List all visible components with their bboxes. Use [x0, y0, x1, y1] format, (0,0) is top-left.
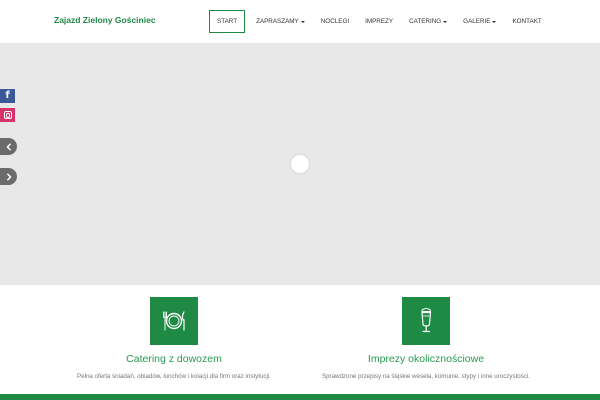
- brand-logo-link[interactable]: Zajazd Zielony Gościniec: [54, 15, 156, 25]
- feature-icon-box[interactable]: [402, 297, 450, 345]
- main-nav: START ZAPRASZAMY NOCLEGI IMPREZY CATERIN…: [209, 10, 550, 33]
- instagram-icon: [3, 111, 12, 119]
- feature-icon-box[interactable]: [150, 297, 198, 345]
- nav-item-imprezy[interactable]: IMPREZY: [357, 10, 401, 33]
- footer-band: [0, 394, 600, 400]
- nav-item-catering[interactable]: CATERING: [401, 10, 455, 33]
- nav-item-label: NOCLEGI: [320, 18, 350, 25]
- feature-imprezy: Imprezy okolicznościowe Sprawdzone przep…: [276, 297, 576, 380]
- nav-item-noclegi[interactable]: NOCLEGI: [313, 10, 357, 33]
- nav-item-kontakt[interactable]: KONTAKT: [504, 10, 549, 33]
- facebook-link[interactable]: f: [0, 89, 15, 103]
- nav-item-label: CATERING: [409, 18, 442, 25]
- slider-prev-button[interactable]: [0, 138, 17, 155]
- caret-down-icon: [300, 20, 305, 23]
- nav-item-galerie[interactable]: GALERIE: [455, 10, 504, 33]
- slider-next-button[interactable]: [0, 168, 17, 185]
- navbar: Zajazd Zielony Gościniec START ZAPRASZAM…: [0, 0, 600, 43]
- nav-item-label: IMPREZY: [365, 18, 394, 25]
- loading-spinner-icon: [291, 155, 309, 173]
- facebook-icon: f: [5, 90, 10, 101]
- hero-slider: [0, 43, 600, 285]
- chevron-left-icon: [6, 142, 11, 151]
- nav-item-label: START: [217, 18, 238, 25]
- caret-down-icon: [492, 20, 497, 23]
- feature-title[interactable]: Imprezy okolicznościowe: [276, 353, 576, 365]
- instagram-link[interactable]: [0, 108, 15, 122]
- chevron-right-icon: [6, 172, 11, 181]
- feature-description: Sprawdzone przepisy na śląskie wesela, k…: [321, 373, 531, 380]
- nav-item-start[interactable]: START: [209, 10, 246, 33]
- caret-down-icon: [443, 20, 448, 23]
- nav-item-label: ZAPRASZAMY: [256, 18, 299, 25]
- beer-glass-icon: [421, 307, 432, 333]
- plate-cutlery-icon: [163, 311, 185, 331]
- nav-item-label: GALERIE: [463, 18, 491, 25]
- nav-item-label: KONTAKT: [512, 18, 542, 25]
- nav-item-zapraszamy[interactable]: ZAPRASZAMY: [248, 10, 313, 33]
